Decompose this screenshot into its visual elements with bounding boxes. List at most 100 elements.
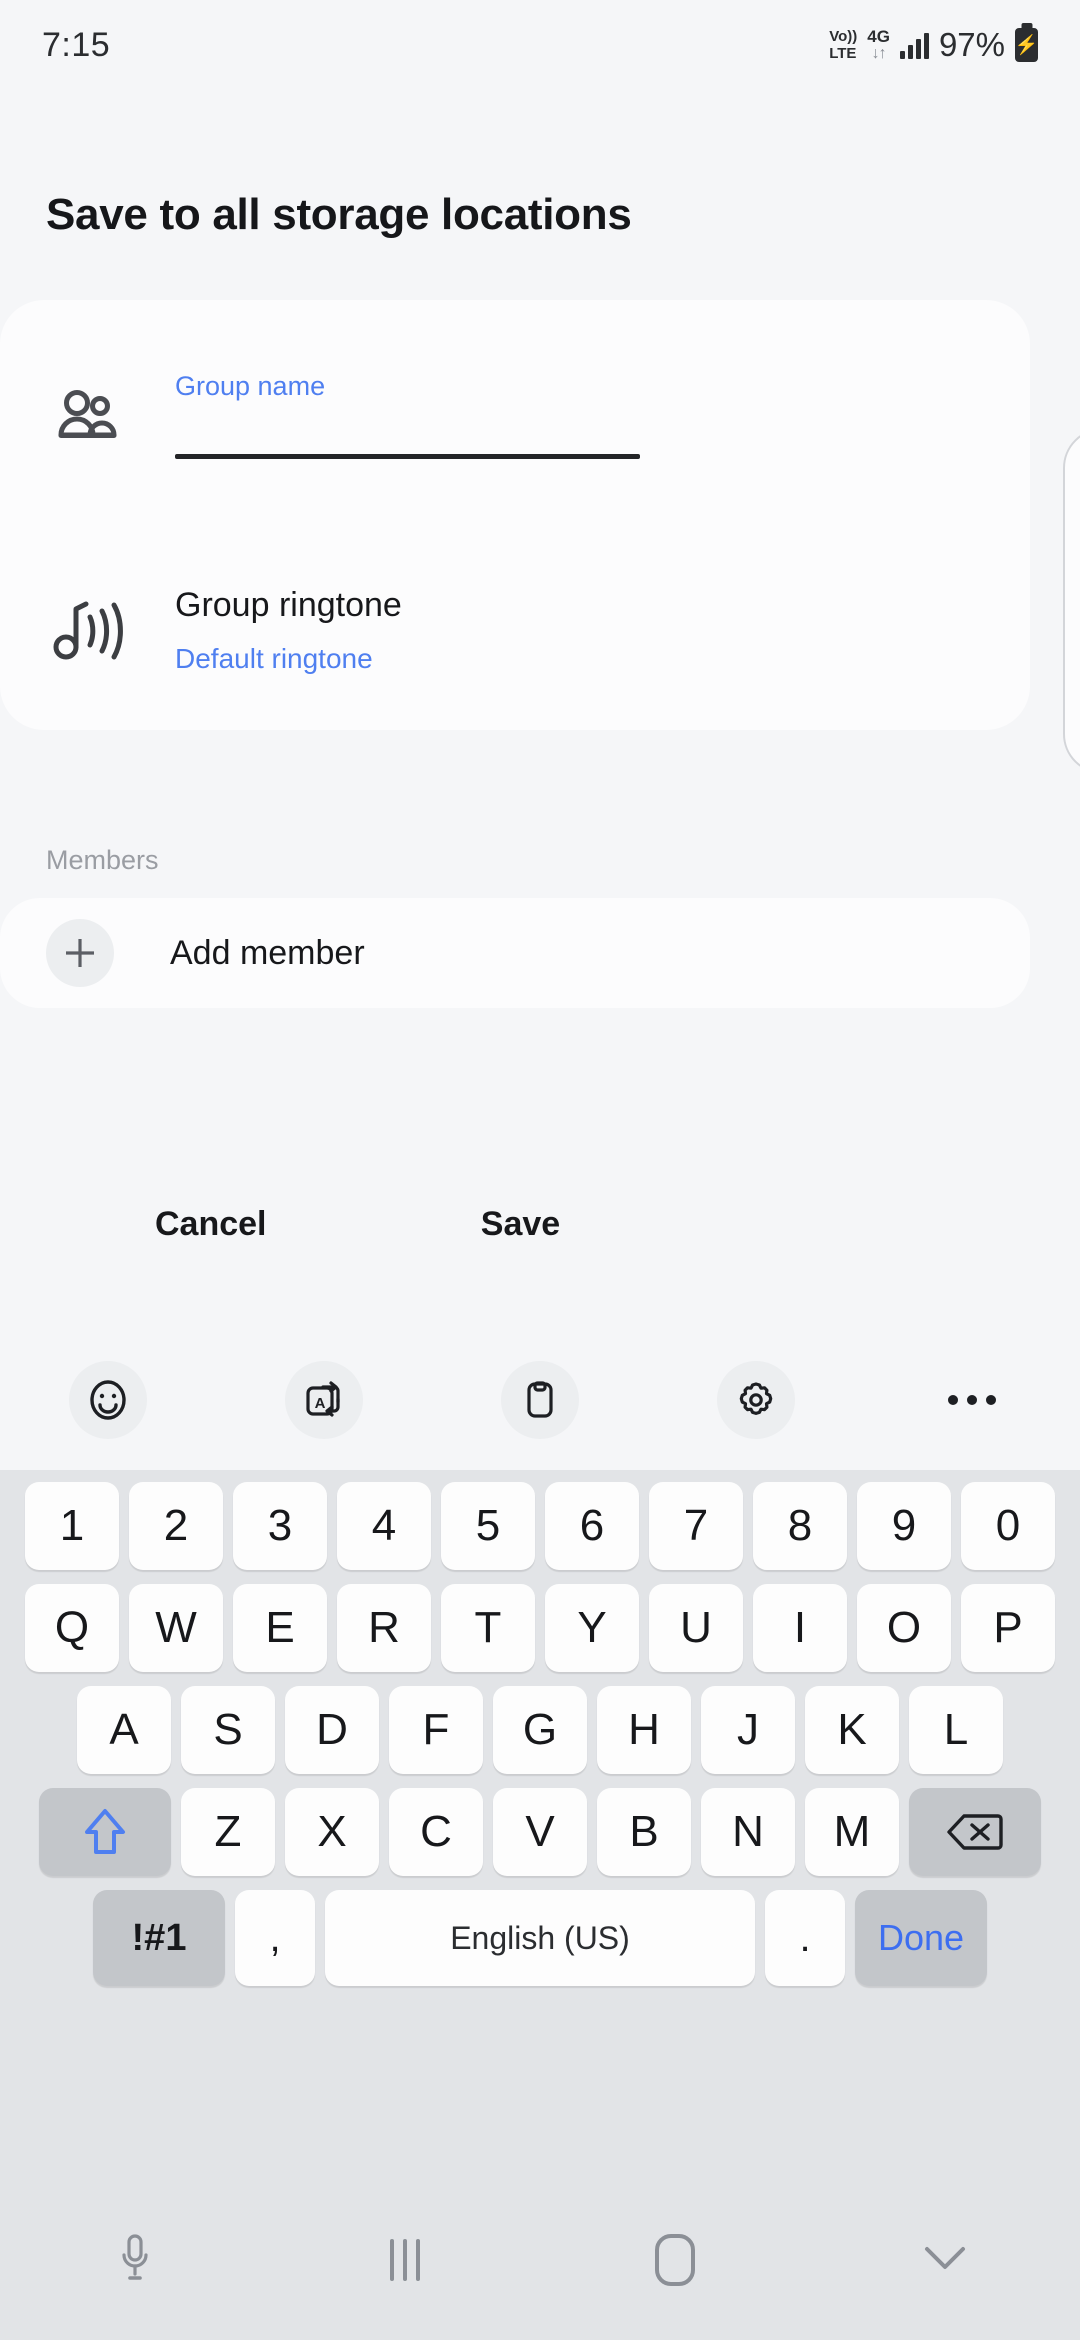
key-d[interactable]: D (285, 1686, 379, 1774)
key-g[interactable]: G (493, 1686, 587, 1774)
ringtone-icon (0, 599, 175, 661)
network-type-icon: 4G ↓↑ (867, 28, 890, 62)
key-a[interactable]: A (77, 1686, 171, 1774)
on-screen-keyboard: 1 2 3 4 5 6 7 8 9 0 Q W E R T Y U I O P … (0, 1470, 1080, 2180)
network-label: 4G (867, 27, 890, 46)
group-name-input[interactable] (175, 454, 640, 459)
gear-icon[interactable] (717, 1361, 795, 1439)
key-7[interactable]: 7 (649, 1482, 743, 1570)
group-ringtone-title: Group ringtone (175, 585, 402, 624)
key-1[interactable]: 1 (25, 1482, 119, 1570)
navigation-bar (0, 2180, 1080, 2340)
key-n[interactable]: N (701, 1788, 795, 1876)
battery-icon: ⚡ (1015, 28, 1038, 62)
key-p[interactable]: P (961, 1584, 1055, 1672)
key-3[interactable]: 3 (233, 1482, 327, 1570)
status-icons: Vo)) LTE 4G ↓↑ 97% ⚡ (829, 26, 1038, 64)
key-l[interactable]: L (909, 1686, 1003, 1774)
key-8[interactable]: 8 (753, 1482, 847, 1570)
volte-icon: Vo)) LTE (829, 28, 857, 62)
key-6[interactable]: 6 (545, 1482, 639, 1570)
phone-screen: 7:15 Vo)) LTE 4G ↓↑ 97% ⚡ Save to all st… (0, 0, 1080, 2340)
toolbar-slot-clipboard (432, 1361, 648, 1439)
key-c[interactable]: C (389, 1788, 483, 1876)
more-icon[interactable] (933, 1361, 1011, 1439)
emoji-icon[interactable] (69, 1361, 147, 1439)
key-t[interactable]: T (441, 1584, 535, 1672)
key-s[interactable]: S (181, 1686, 275, 1774)
nav-slot-home (540, 2234, 810, 2286)
symbols-key[interactable]: !#1 (93, 1890, 225, 1986)
volte-top-label: Vo)) (829, 28, 858, 45)
volte-bottom-label: LTE (829, 45, 857, 62)
key-9[interactable]: 9 (857, 1482, 951, 1570)
microphone-icon[interactable] (118, 2232, 152, 2289)
status-time: 7:15 (42, 25, 111, 64)
group-ringtone-value: Default ringtone (175, 642, 373, 674)
shift-key[interactable] (39, 1788, 171, 1876)
toolbar-slot-translate: A (216, 1361, 432, 1439)
add-member-row[interactable]: Add member (0, 898, 1030, 1008)
dialog-actions: Cancel Save (0, 1205, 1080, 1285)
keyboard-letter-row-1: Q W E R T Y U I O P (6, 1584, 1074, 1672)
key-f[interactable]: F (389, 1686, 483, 1774)
nav-slot-recents (270, 2239, 540, 2281)
key-0[interactable]: 0 (961, 1482, 1055, 1570)
key-z[interactable]: Z (181, 1788, 275, 1876)
plus-icon (46, 919, 114, 987)
group-name-field-group: Group name (175, 371, 640, 459)
home-icon[interactable] (655, 2234, 695, 2286)
toolbar-slot-emoji (0, 1361, 216, 1439)
key-h[interactable]: H (597, 1686, 691, 1774)
keyboard-number-row: 1 2 3 4 5 6 7 8 9 0 (6, 1482, 1074, 1570)
status-bar: 7:15 Vo)) LTE 4G ↓↑ 97% ⚡ (0, 0, 1080, 90)
key-2[interactable]: 2 (129, 1482, 223, 1570)
key-j[interactable]: J (701, 1686, 795, 1774)
key-o[interactable]: O (857, 1584, 951, 1672)
add-member-label: Add member (170, 933, 365, 972)
backspace-key[interactable] (909, 1788, 1041, 1876)
key-e[interactable]: E (233, 1584, 327, 1672)
data-transfer-icon: ↓↑ (871, 45, 887, 62)
group-ringtone-text: Group ringtone Default ringtone (175, 586, 402, 675)
keyboard-letter-row-2: A S D F G H J K L (6, 1686, 1074, 1774)
group-name-row[interactable]: Group name (0, 300, 1030, 530)
key-x[interactable]: X (285, 1788, 379, 1876)
battery-percent-label: 97% (938, 26, 1005, 63)
clipboard-icon[interactable] (501, 1361, 579, 1439)
key-y[interactable]: Y (545, 1584, 639, 1672)
comma-key[interactable]: , (235, 1890, 315, 1986)
group-name-label: Group name (175, 371, 326, 401)
cancel-button[interactable]: Cancel (155, 1205, 267, 1244)
nav-slot-hide-keyboard (810, 2241, 1080, 2280)
group-form-card: Group name Group ringtone Default ringto… (0, 300, 1030, 730)
key-b[interactable]: B (597, 1788, 691, 1876)
hide-keyboard-icon[interactable] (919, 2241, 971, 2280)
key-k[interactable]: K (805, 1686, 899, 1774)
key-u[interactable]: U (649, 1584, 743, 1672)
key-4[interactable]: 4 (337, 1482, 431, 1570)
page-title: Save to all storage locations (46, 190, 632, 239)
signal-bars-icon (899, 31, 929, 59)
keyboard-toolbar: A (0, 1330, 1080, 1470)
save-button[interactable]: Save (473, 1205, 568, 1244)
keyboard-letter-row-3: Z X C V B N M (6, 1788, 1074, 1876)
offscreen-card-edge (1063, 428, 1080, 774)
recents-icon[interactable] (390, 2239, 420, 2281)
group-ringtone-row[interactable]: Group ringtone Default ringtone (0, 530, 1030, 730)
toolbar-slot-settings (648, 1361, 864, 1439)
space-key[interactable]: English (US) (325, 1890, 755, 1986)
done-key[interactable]: Done (855, 1890, 987, 1986)
key-v[interactable]: V (493, 1788, 587, 1876)
key-5[interactable]: 5 (441, 1482, 535, 1570)
key-r[interactable]: R (337, 1584, 431, 1672)
key-m[interactable]: M (805, 1788, 899, 1876)
key-i[interactable]: I (753, 1584, 847, 1672)
svg-text:A: A (315, 1395, 326, 1412)
keyboard-bottom-row: !#1 , English (US) . Done (6, 1890, 1074, 1986)
translate-icon[interactable]: A (285, 1361, 363, 1439)
key-w[interactable]: W (129, 1584, 223, 1672)
nav-slot-microphone (0, 2232, 270, 2289)
period-key[interactable]: . (765, 1890, 845, 1986)
key-q[interactable]: Q (25, 1584, 119, 1672)
